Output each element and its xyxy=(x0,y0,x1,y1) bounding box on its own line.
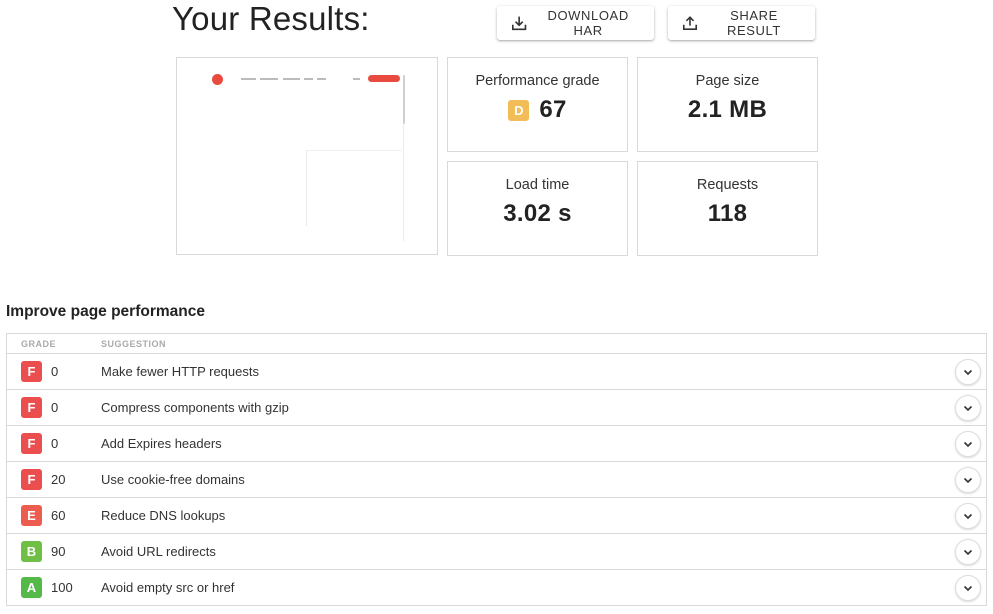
chevron-down-icon xyxy=(963,477,973,484)
expand-row-button[interactable] xyxy=(955,395,981,421)
grade-badge: A xyxy=(21,577,42,598)
table-row[interactable]: B 90 Avoid URL redirects xyxy=(7,534,986,570)
chevron-down-icon xyxy=(963,513,973,520)
load-time-value: 3.02 s xyxy=(503,200,572,227)
page-title: Your Results: xyxy=(172,0,370,37)
chevron-down-icon xyxy=(963,405,973,412)
chevron-down-icon xyxy=(963,369,973,376)
preview-nav-item xyxy=(304,78,313,80)
suggestion-text: Compress components with gzip xyxy=(101,400,289,415)
preview-nav-item xyxy=(353,78,360,80)
share-result-label: SHARE RESULT xyxy=(727,8,781,38)
grade-score: 90 xyxy=(51,544,66,559)
preview-content-box xyxy=(306,150,402,226)
expand-row-button[interactable] xyxy=(955,359,981,385)
grade-score: 20 xyxy=(51,472,66,487)
requests-label: Requests xyxy=(696,177,759,193)
preview-cta-button xyxy=(368,75,400,82)
column-header-grade: GRADE xyxy=(21,339,57,349)
suggestion-text: Avoid empty src or href xyxy=(101,580,235,595)
table-row[interactable]: F 0 Make fewer HTTP requests xyxy=(7,354,986,390)
site-logo-icon xyxy=(212,74,223,85)
download-har-button[interactable]: DOWNLOAD HAR xyxy=(497,6,654,40)
table-row[interactable]: F 20 Use cookie-free domains xyxy=(7,462,986,498)
grade-score: 60 xyxy=(51,508,66,523)
suggestion-text: Make fewer HTTP requests xyxy=(101,364,259,379)
preview-nav-item xyxy=(260,78,278,80)
grade-badge: D xyxy=(508,99,530,121)
preview-nav-item xyxy=(317,78,326,80)
download-har-label: DOWNLOAD HAR xyxy=(547,8,629,38)
grade-badge: F xyxy=(21,361,42,382)
performance-grade-card: Performance grade D 67 xyxy=(447,57,628,152)
grade-badge: B xyxy=(21,541,42,562)
performance-grade-value: 67 xyxy=(539,96,567,123)
grade-badge: F xyxy=(21,469,42,490)
table-row[interactable]: A 100 Avoid empty src or href xyxy=(7,570,986,606)
load-time-label: Load time xyxy=(505,177,570,193)
share-result-button[interactable]: SHARE RESULT xyxy=(668,6,815,40)
requests-card: Requests 118 xyxy=(637,161,818,256)
expand-row-button[interactable] xyxy=(955,575,981,601)
requests-value: 118 xyxy=(707,200,748,227)
suggestion-text: Use cookie-free domains xyxy=(101,472,245,487)
suggestion-text: Reduce DNS lookups xyxy=(101,508,226,523)
performance-grade-label: Performance grade xyxy=(475,73,600,89)
preview-nav-item xyxy=(241,78,256,80)
page-size-value: 2.1 MB xyxy=(687,96,768,123)
column-header-suggestion: SUGGESTION xyxy=(101,339,167,349)
page-screenshot-preview xyxy=(176,57,438,255)
chevron-down-icon xyxy=(963,549,973,556)
share-icon xyxy=(682,16,697,31)
suggestions-table: GRADE SUGGESTION F 0 Make fewer HTTP reque… xyxy=(6,333,987,606)
table-row[interactable]: E 60 Reduce DNS lookups xyxy=(7,498,986,534)
expand-row-button[interactable] xyxy=(955,467,981,493)
preview-scrollbar xyxy=(403,75,405,124)
chevron-down-icon xyxy=(963,441,973,448)
table-header: GRADE SUGGESTION xyxy=(7,334,986,354)
grade-badge: F xyxy=(21,397,42,418)
expand-row-button[interactable] xyxy=(955,539,981,565)
grade-score: 100 xyxy=(51,580,73,595)
grade-badge: E xyxy=(21,505,42,526)
expand-row-button[interactable] xyxy=(955,503,981,529)
preview-nav-item xyxy=(283,78,300,80)
table-row[interactable]: F 0 Add Expires headers xyxy=(7,426,986,462)
page-size-label: Page size xyxy=(695,73,760,89)
download-icon xyxy=(511,16,527,31)
grade-badge: F xyxy=(21,433,42,454)
grade-score: 0 xyxy=(51,364,59,379)
chevron-down-icon xyxy=(963,585,973,592)
expand-row-button[interactable] xyxy=(955,431,981,457)
suggestion-text: Add Expires headers xyxy=(101,436,222,451)
grade-score: 0 xyxy=(51,436,59,451)
page-size-card: Page size 2.1 MB xyxy=(637,57,818,152)
suggestion-text: Avoid URL redirects xyxy=(101,544,216,559)
table-row[interactable]: F 0 Compress components with gzip xyxy=(7,390,986,426)
section-title: Improve page performance xyxy=(6,303,205,320)
grade-score: 0 xyxy=(51,400,59,415)
load-time-card: Load time 3.02 s xyxy=(447,161,628,256)
